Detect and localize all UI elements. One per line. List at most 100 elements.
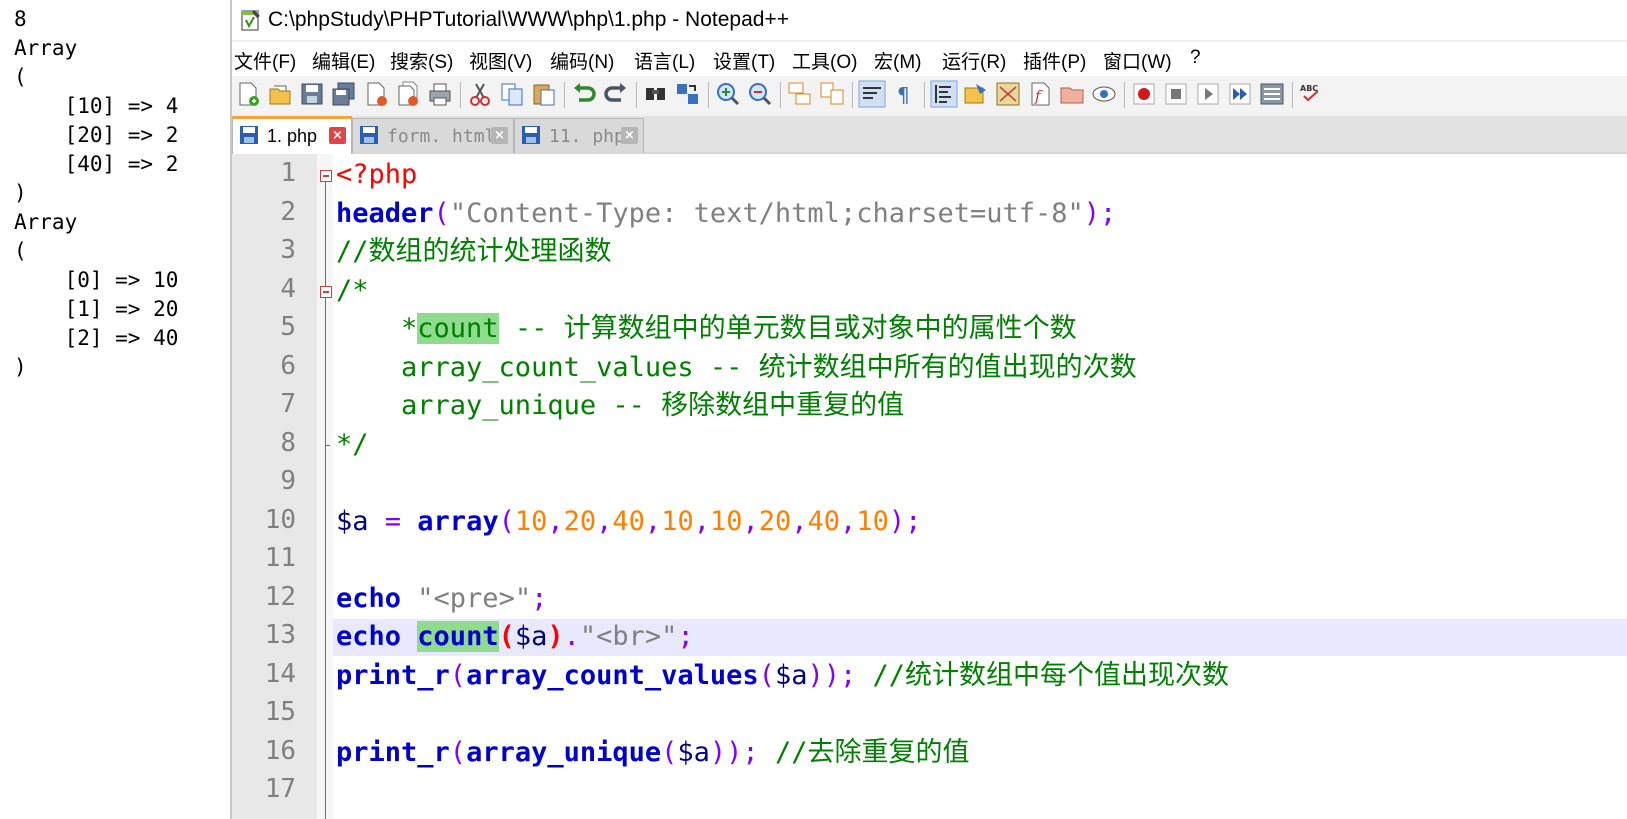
toolbar-separator (708, 82, 709, 108)
stop-record-icon[interactable] (1162, 80, 1190, 108)
record-macro-icon[interactable] (1130, 80, 1158, 108)
open-file-icon[interactable] (266, 80, 294, 108)
output-line: [20] => 2 (14, 123, 179, 147)
string-literal: "<pre>" (401, 583, 532, 614)
menu-search[interactable]: 搜索(S) (390, 47, 453, 74)
code-line-16: print_r(array_unique($a)); //去除重复的值 (336, 736, 969, 770)
doc-map-icon[interactable] (994, 80, 1022, 108)
save-all-icon[interactable] (330, 80, 358, 108)
spell-check-icon[interactable]: ABC (1298, 80, 1326, 108)
function-list-icon[interactable]: f (1026, 80, 1054, 108)
menu-encoding[interactable]: 编码(N) (550, 47, 614, 74)
comment: //去除重复的值 (758, 737, 970, 768)
save-macro-icon[interactable] (1258, 80, 1286, 108)
close-all-icon[interactable] (394, 80, 422, 108)
line-number: 6 (280, 351, 296, 381)
output-line: Array (14, 36, 78, 60)
redo-icon[interactable] (602, 80, 630, 108)
menu-run[interactable]: 运行(R) (942, 47, 1006, 74)
cut-icon[interactable] (466, 80, 494, 108)
output-line: [10] => 4 (14, 94, 179, 118)
menu-settings[interactable]: 设置(T) (713, 47, 775, 74)
menu-view[interactable]: 视图(V) (469, 47, 532, 74)
paste-icon[interactable] (530, 80, 558, 108)
menu-edit[interactable]: 编辑(E) (312, 47, 375, 74)
operator: ); (1083, 198, 1117, 229)
run-macro-multiple-icon[interactable] (1226, 80, 1254, 108)
user-lang-icon[interactable] (962, 80, 990, 108)
find-icon[interactable] (642, 80, 670, 108)
comment: //数组的统计处理函数 (336, 236, 612, 267)
sync-horizontal-icon[interactable] (818, 80, 846, 108)
close-tab-icon[interactable]: × (621, 127, 638, 144)
php-open-tag: <?php (336, 159, 418, 190)
line-number: 15 (264, 697, 296, 727)
code-line-3: //数组的统计处理函数 (336, 235, 612, 269)
code-line-6: array_count_values -- 统计数组中所有的值出现的次数 (336, 351, 1137, 385)
tab-form-html[interactable]: form. html × (352, 118, 514, 153)
operator: , (596, 506, 613, 537)
line-number: 13 (264, 620, 296, 650)
tab-11-php[interactable]: 11. php × (514, 118, 644, 153)
fold-toggle-icon[interactable] (320, 170, 332, 182)
close-icon[interactable] (362, 80, 390, 108)
keyword: print_r (336, 660, 450, 691)
sync-vertical-icon[interactable] (786, 80, 814, 108)
close-tab-icon[interactable]: × (329, 127, 346, 144)
keyword: header (336, 198, 434, 229)
brace-match: ) (547, 621, 564, 652)
code-line-10: $a = array(10,20,40,10,10,20,40,10); (336, 505, 921, 539)
operator: ( (449, 737, 467, 768)
menu-language[interactable]: 语言(L) (634, 47, 695, 74)
line-number: 10 (264, 505, 296, 535)
menu-window[interactable]: 窗口(W) (1103, 47, 1172, 74)
code-line-5: *count -- 计算数组中的单元数目或对象中的属性个数 (336, 312, 1077, 346)
tab-1-php[interactable]: 1. php × (232, 116, 352, 155)
menu-plugins[interactable]: 插件(P) (1023, 47, 1086, 74)
show-all-chars-icon[interactable]: ¶ (890, 80, 918, 108)
string-literal: "<br>" (579, 621, 678, 652)
word-wrap-icon[interactable] (858, 80, 886, 108)
undo-icon[interactable] (570, 80, 598, 108)
copy-icon[interactable] (498, 80, 526, 108)
variable: $a (514, 621, 548, 652)
number-literal: 20 (563, 506, 597, 537)
menu-file[interactable]: 文件(F) (234, 47, 296, 74)
print-icon[interactable] (426, 80, 454, 108)
operator: ; (677, 621, 694, 652)
folder-workspace-icon[interactable] (1058, 80, 1086, 108)
line-number: 2 (280, 197, 296, 227)
indent-guide-icon[interactable] (930, 80, 958, 108)
fold-toggle-icon[interactable] (320, 286, 332, 298)
output-line: [1] => 20 (14, 297, 179, 321)
zoom-in-icon[interactable] (714, 80, 742, 108)
tab-bar: 1. php × form. html × 11. php × (232, 116, 1627, 155)
menu-tools[interactable]: 工具(O) (792, 47, 857, 74)
code-line-14: print_r(array_count_values($a)); //统计数组中… (336, 659, 1229, 693)
menu-macro[interactable]: 宏(M) (874, 47, 921, 74)
output-line: 8 (14, 7, 27, 31)
toolbar: ¶ f ABC (232, 76, 1627, 114)
comment: */ (336, 429, 369, 460)
play-macro-icon[interactable] (1194, 80, 1222, 108)
code-editor[interactable]: 1 2 3 4 5 6 7 8 9 10 11 12 13 14 15 16 1… (232, 154, 1627, 819)
new-file-icon[interactable] (234, 80, 262, 108)
code-line-12: echo "<pre>"; (336, 582, 547, 616)
variable: $a (677, 737, 710, 768)
title-bar: C:\phpStudy\PHPTutorial\WWW\php\1.php - … (232, 0, 1627, 40)
saved-file-icon (522, 126, 540, 144)
output-line: Array (14, 210, 78, 234)
toolbar-separator (1124, 82, 1125, 108)
code-line-2: header("Content-Type: text/html;charset=… (336, 197, 1116, 231)
save-icon[interactable] (298, 80, 326, 108)
monitoring-icon[interactable] (1090, 80, 1118, 108)
replace-icon[interactable] (674, 80, 702, 108)
line-number: 5 (280, 312, 296, 342)
code-line-7: array_unique -- 移除数组中重复的值 (336, 389, 904, 423)
operator: )); (709, 737, 759, 768)
output-line: ) (14, 355, 27, 379)
keyword: print_r (336, 737, 450, 768)
menu-help[interactable]: ? (1190, 47, 1201, 69)
close-tab-icon[interactable]: × (491, 127, 508, 144)
zoom-out-icon[interactable] (746, 80, 774, 108)
